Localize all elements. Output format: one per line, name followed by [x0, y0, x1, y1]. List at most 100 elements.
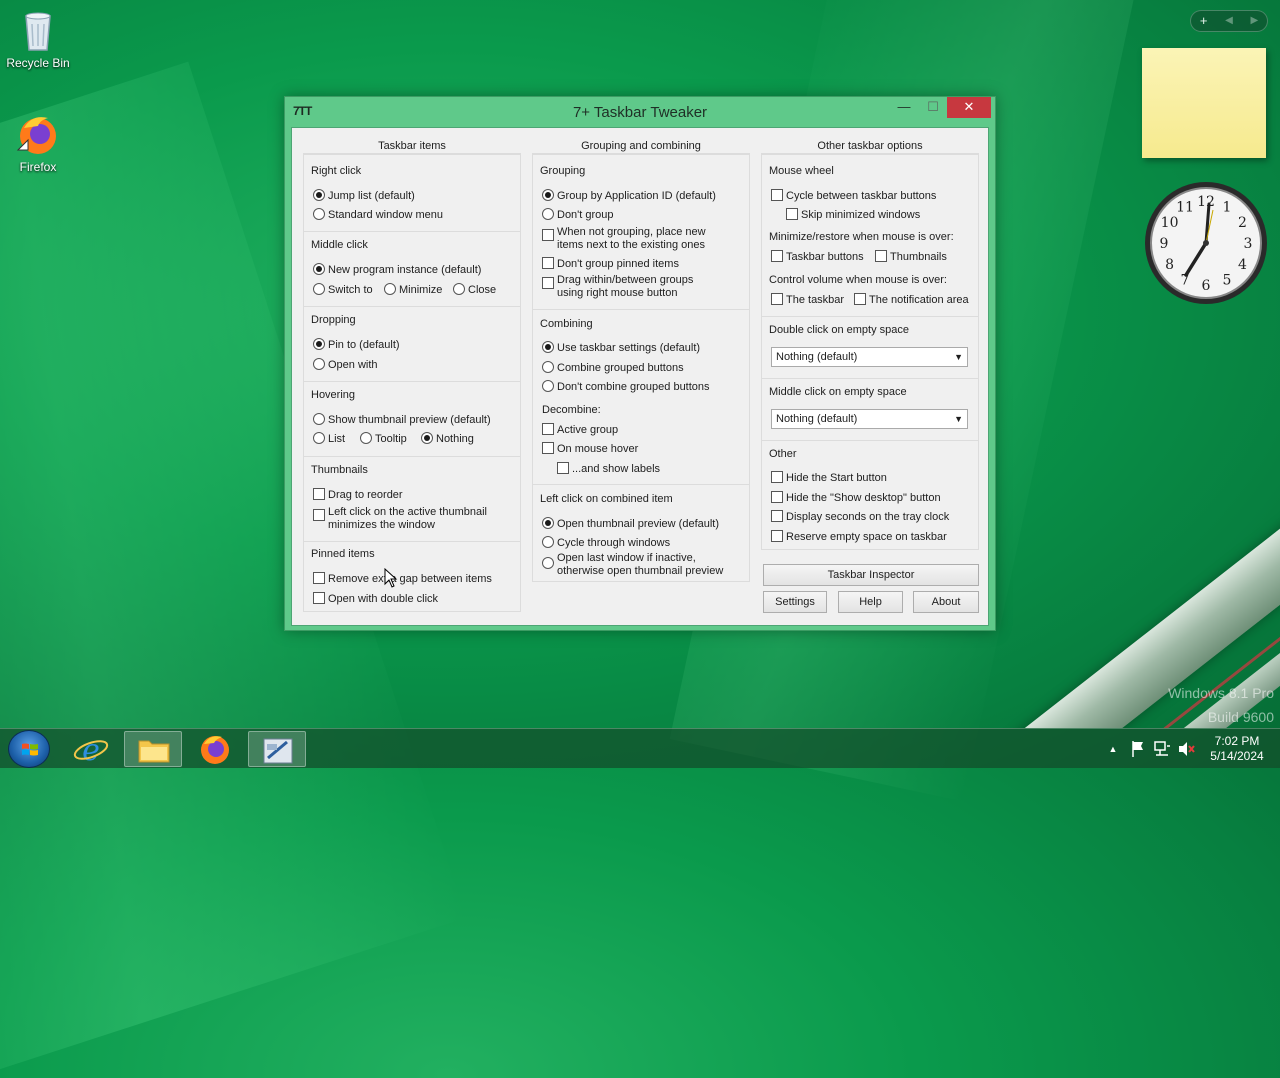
minimize-radio[interactable]: Minimize: [384, 283, 442, 297]
tooltip-radio[interactable]: Tooltip: [360, 432, 407, 446]
cycle-taskbar-buttons-checkbox[interactable]: Cycle between taskbar buttons: [771, 189, 936, 203]
desktop-icon-recycle-bin[interactable]: Recycle Bin: [0, 6, 76, 70]
clock-numeral: 5: [1223, 272, 1232, 288]
taskbar-tweaker-window: 7TT 7+ Taskbar Tweaker — ☐ ✕ Taskbar ite…: [284, 96, 996, 631]
title-bar[interactable]: 7TT 7+ Taskbar Tweaker — ☐ ✕: [285, 97, 995, 127]
clock-numeral: 11: [1176, 200, 1194, 216]
column-header: Taskbar items: [303, 138, 521, 154]
grouping-label: Grouping: [540, 165, 586, 177]
taskbar-button-internet-explorer[interactable]: e: [62, 731, 120, 768]
list-radio[interactable]: List: [313, 432, 345, 446]
hovering-label: Hovering: [311, 389, 356, 401]
action-center-flag-icon[interactable]: [1129, 729, 1147, 769]
drag-right-mouse-checkbox[interactable]: Drag within/between groups using right mo…: [542, 274, 693, 300]
double-click-empty-select[interactable]: Nothing (default) ▼: [771, 347, 968, 367]
maximize-button[interactable]: ☐: [919, 97, 947, 118]
remove-extra-gap-checkbox[interactable]: Remove extra gap between items: [313, 572, 492, 586]
taskbar-items-group: Right click Jump list (default) Standard…: [303, 154, 521, 612]
help-button[interactable]: Help: [838, 591, 903, 613]
display-seconds-checkbox[interactable]: Display seconds on the tray clock: [771, 510, 949, 524]
clock-numeral: 10: [1161, 215, 1179, 231]
clock-numeral: 4: [1238, 257, 1247, 273]
clock-numeral: 8: [1165, 257, 1174, 273]
left-click-minimizes-checkbox[interactable]: Left click on the active thumbnail minimi…: [313, 506, 487, 532]
taskbar-button-file-explorer[interactable]: [124, 731, 182, 767]
watermark-edition: Windows 8.1 Pro: [1168, 685, 1274, 701]
hide-start-button-checkbox[interactable]: Hide the Start button: [771, 471, 887, 485]
taskbar-button-firefox[interactable]: [186, 731, 244, 767]
desktop-icon-label: Recycle Bin: [6, 56, 70, 70]
about-button[interactable]: About: [913, 591, 979, 613]
open-with-double-click-checkbox[interactable]: Open with double click: [313, 592, 438, 606]
network-icon[interactable]: [1153, 729, 1171, 769]
clock-numeral: 6: [1202, 278, 1211, 294]
previous-gadget-button[interactable]: ◀: [1216, 10, 1241, 32]
open-last-window-radio[interactable]: Open last window if inactive, otherwise o…: [542, 552, 723, 578]
add-gadget-button[interactable]: +: [1191, 10, 1216, 32]
grouping-group: Grouping Group by Application ID (defaul…: [532, 154, 750, 582]
other-label: Other: [769, 448, 797, 460]
clock-numeral: 3: [1244, 236, 1253, 252]
sticky-note-gadget[interactable]: [1142, 48, 1266, 158]
folder-icon: [138, 740, 170, 763]
column-header: Grouping and combining: [532, 138, 750, 154]
start-button[interactable]: [8, 730, 50, 768]
volume-muted-icon[interactable]: [1177, 729, 1195, 769]
open-with-radio[interactable]: Open with: [313, 358, 378, 372]
svg-text:e: e: [82, 733, 100, 767]
nothing-radio[interactable]: Nothing: [421, 432, 474, 446]
taskbar-buttons-checkbox[interactable]: Taskbar buttons: [771, 250, 864, 264]
clock-numeral: 2: [1238, 215, 1247, 231]
control-volume-label: Control volume when mouse is over:: [769, 274, 947, 286]
the-taskbar-checkbox[interactable]: The taskbar: [771, 293, 844, 307]
show-labels-checkbox[interactable]: ...and show labels: [557, 462, 660, 476]
clock-time: 7:02 PM: [1214, 734, 1260, 748]
standard-window-menu-radio[interactable]: Standard window menu: [313, 208, 443, 222]
dont-group-pinned-checkbox[interactable]: Don't group pinned items: [542, 257, 679, 271]
gadget-toolbar: + ◀ ▶: [1190, 10, 1268, 32]
system-clock[interactable]: 7:02 PM 5/14/2024: [1200, 734, 1274, 764]
combine-grouped-radio[interactable]: Combine grouped buttons: [542, 361, 684, 375]
on-mouse-hover-checkbox[interactable]: On mouse hover: [542, 442, 638, 456]
middle-click-empty-label: Middle click on empty space: [769, 386, 907, 398]
next-gadget-button[interactable]: ▶: [1242, 10, 1267, 32]
open-thumbnail-preview-radio[interactable]: Open thumbnail preview (default): [542, 517, 719, 531]
group-by-app-id-radio[interactable]: Group by Application ID (default): [542, 189, 716, 203]
thumbnail-preview-radio[interactable]: Show thumbnail preview (default): [313, 413, 491, 427]
hide-show-desktop-checkbox[interactable]: Hide the "Show desktop" button: [771, 491, 941, 505]
close-radio[interactable]: Close: [453, 283, 496, 297]
dont-group-radio[interactable]: Don't group: [542, 208, 614, 222]
switch-to-radio[interactable]: Switch to: [313, 283, 373, 297]
tweaker-icon: [263, 738, 293, 764]
grouping-column: Grouping and combining: [532, 138, 750, 154]
internet-explorer-icon: e: [73, 733, 109, 768]
skip-minimized-checkbox[interactable]: Skip minimized windows: [786, 208, 920, 222]
place-new-items-checkbox[interactable]: When not grouping, place new items next t…: [542, 226, 706, 252]
use-taskbar-settings-radio[interactable]: Use taskbar settings (default): [542, 341, 700, 355]
new-program-instance-radio[interactable]: New program instance (default): [313, 263, 481, 277]
clock-date: 5/14/2024: [1210, 749, 1264, 763]
thumbnails-checkbox[interactable]: Thumbnails: [875, 250, 947, 264]
middle-click-empty-select[interactable]: Nothing (default) ▼: [771, 409, 968, 429]
cycle-through-windows-radio[interactable]: Cycle through windows: [542, 536, 670, 550]
show-hidden-icons-button[interactable]: ▲: [1106, 729, 1120, 769]
pin-to-radio[interactable]: Pin to (default): [313, 338, 400, 352]
dont-combine-radio[interactable]: Don't combine grouped buttons: [542, 380, 710, 394]
reserve-empty-space-checkbox[interactable]: Reserve empty space on taskbar: [771, 530, 947, 544]
settings-button[interactable]: Settings: [763, 591, 827, 613]
desktop-icon-firefox[interactable]: Firefox: [0, 110, 76, 174]
thumbnails-label: Thumbnails: [311, 464, 368, 476]
notification-area-checkbox[interactable]: The notification area: [854, 293, 969, 307]
active-group-checkbox[interactable]: Active group: [542, 423, 618, 437]
mouse-wheel-label: Mouse wheel: [769, 165, 834, 177]
middle-click-label: Middle click: [311, 239, 368, 251]
taskbar: e ▲ 7:02 PM 5/14/2024: [0, 728, 1280, 768]
close-button[interactable]: ✕: [947, 97, 991, 118]
taskbar-button-taskbar-tweaker[interactable]: [248, 731, 306, 767]
taskbar-inspector-button[interactable]: Taskbar Inspector: [763, 564, 979, 586]
minimize-button[interactable]: —: [890, 97, 918, 118]
drag-to-reorder-checkbox[interactable]: Drag to reorder: [313, 488, 403, 502]
jump-list-radio[interactable]: Jump list (default): [313, 189, 415, 203]
other-options-group: Mouse wheel Cycle between taskbar button…: [761, 154, 979, 550]
clock-gadget[interactable]: 12 1 2 3 4 5 6 7 8 9 10 11: [1143, 180, 1269, 306]
